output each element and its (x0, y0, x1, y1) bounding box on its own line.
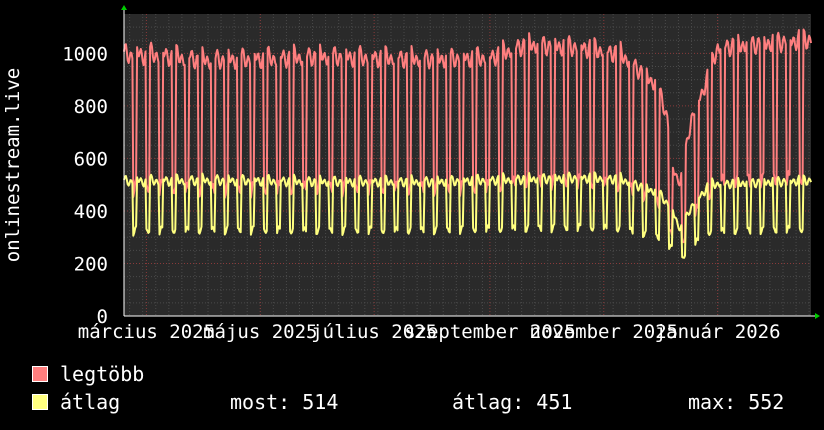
x-axis-arrow-icon (815, 313, 820, 319)
legend-item-atlag: átlag (32, 390, 120, 414)
legend-swatch-legtobb (32, 366, 48, 382)
legend-swatch-atlag (32, 394, 48, 410)
legend-label-atlag: átlag (60, 390, 121, 414)
y-axis-arrow-icon (121, 5, 127, 10)
y-axis-label: onlinestream.live (2, 68, 24, 262)
y-tick-label: 400 (74, 201, 108, 223)
y-tick-label: 200 (74, 253, 108, 275)
y-tick-label: 800 (74, 96, 108, 118)
stat-atlag: átlag: 451 (452, 390, 573, 414)
x-tick-label: január 2026 (655, 321, 781, 343)
legend-label-legtobb: legtöbb (60, 362, 145, 386)
stat-max: max: 552 (688, 390, 785, 414)
y-tick-label: 600 (74, 148, 108, 170)
x-tick-label: március 2025 (78, 321, 215, 343)
y-tick-label: 1000 (62, 43, 108, 65)
stat-most: most: 514 (230, 390, 339, 414)
legend-item-legtobb: legtöbb (32, 362, 144, 386)
x-tick-label: május 2025 (203, 321, 317, 343)
